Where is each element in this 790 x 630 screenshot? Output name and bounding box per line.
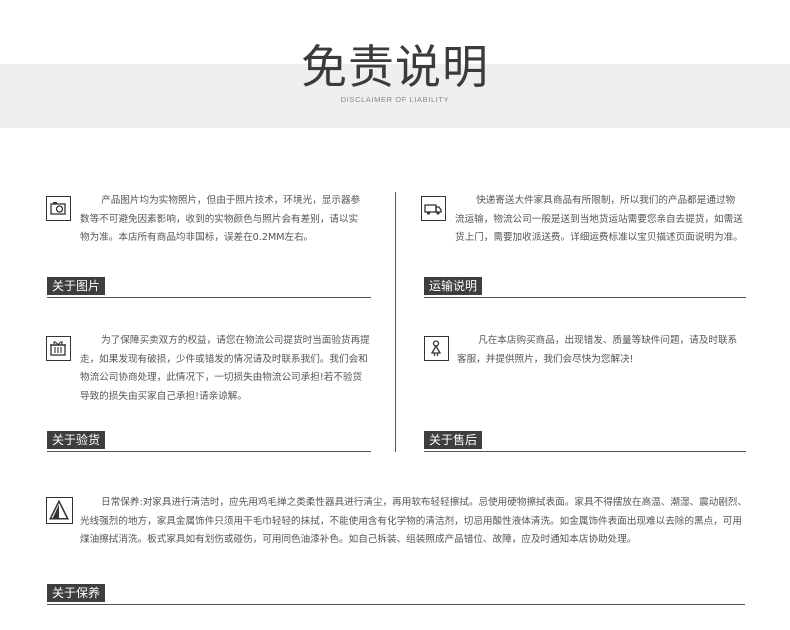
- photos-divider: [47, 297, 371, 298]
- aftersales-divider: [424, 451, 746, 452]
- column-divider: [395, 192, 396, 452]
- person-icon: [424, 336, 449, 361]
- warning-triangle-icon: [46, 497, 73, 524]
- inspection-label: 关于验货: [47, 431, 106, 449]
- inspection-text: 为了保障买卖双方的权益，请您在物流公司提货时当面验货再提走，如果发现有破损，少件…: [80, 335, 370, 402]
- camera-icon: [46, 196, 71, 221]
- shipping-text: 快递寄送大件家具商品有所限制，所以我们的产品都是通过物流运输，物流公司一般是送到…: [455, 195, 743, 243]
- shipping-label: 运输说明: [424, 277, 483, 295]
- maintenance-text: 日常保养:对家具进行清洁时，应先用鸡毛掸之类柔性器具进行清尘，再用软布轻轻擦拭。…: [80, 497, 748, 545]
- photos-label: 关于图片: [47, 277, 106, 295]
- shipping-divider: [424, 297, 746, 298]
- page-subtitle: DISCLAIMER OF LIABILITY: [340, 95, 450, 104]
- maintenance-label: 关于保养: [47, 584, 106, 602]
- inspection-divider: [47, 451, 371, 452]
- maintenance-divider: [47, 604, 745, 605]
- aftersales-label: 关于售后: [424, 431, 483, 449]
- aftersales-text: 凡在本店购买商品，出现错发、质量等缺件问题，请及时联系客服，并提供照片，我们会尽…: [457, 335, 738, 365]
- photos-text: 产品图片均为实物照片，但由于照片技术，环境光，显示器参数等不可避免因素影响，收到…: [80, 195, 361, 243]
- delivery-truck-icon: [421, 196, 446, 221]
- page-title: 免责说明: [301, 40, 489, 94]
- gift-box-icon: [46, 336, 71, 361]
